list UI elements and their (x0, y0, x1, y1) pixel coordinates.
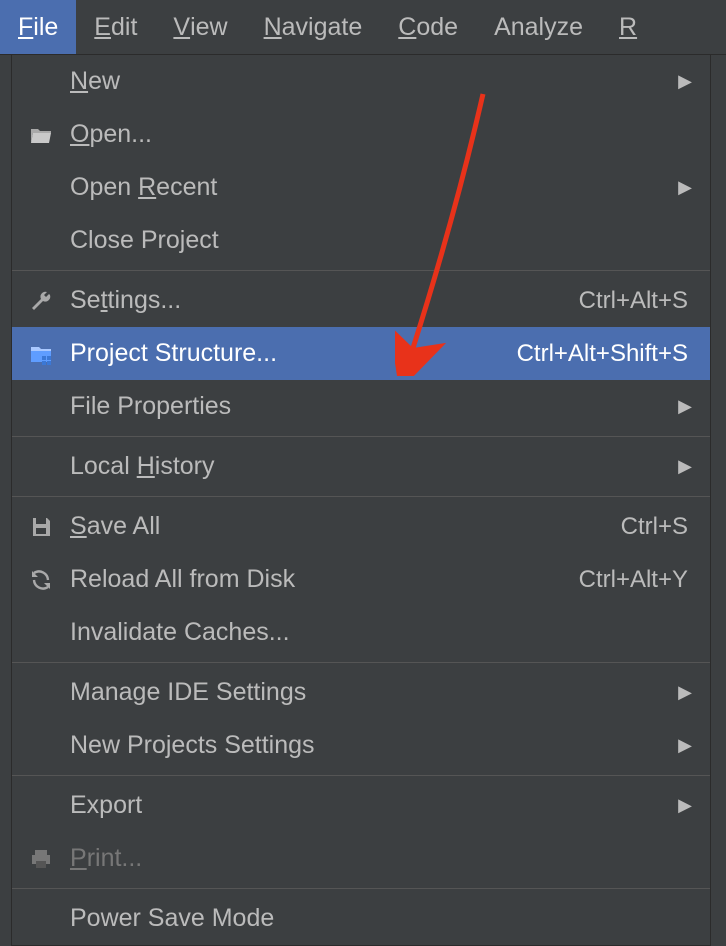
menu-item-label: Reload All from Disk (70, 565, 295, 594)
menu-item-shortcut: Ctrl+Alt+Y (579, 566, 696, 594)
menu-item-power-save-mode[interactable]: Power Save Mode (12, 892, 710, 945)
menu-separator (12, 496, 710, 497)
menu-item-project-structure[interactable]: Project Structure... Ctrl+Alt+Shift+S (12, 327, 710, 380)
menu-item-open[interactable]: Open... (12, 108, 710, 161)
submenu-arrow-icon: ▶ (678, 795, 696, 816)
menu-item-close-project[interactable]: Close Project (12, 214, 710, 267)
menubar: FileEditViewNavigateCodeAnalyzeR (0, 0, 726, 55)
menu-separator (12, 662, 710, 663)
menu-item-new[interactable]: New ▶ (12, 55, 710, 108)
menu-item-print: Print... (12, 832, 710, 885)
menu-item-label: Power Save Mode (70, 904, 274, 933)
folder-open-icon (12, 123, 70, 147)
menu-item-settings[interactable]: Settings... Ctrl+Alt+S (12, 274, 710, 327)
menu-item-label: Save All (70, 512, 160, 541)
submenu-arrow-icon: ▶ (678, 177, 696, 198)
menu-item-export[interactable]: Export ▶ (12, 779, 710, 832)
menu-separator (12, 888, 710, 889)
menu-item-label: Close Project (70, 226, 219, 255)
menu-item-manage-ide-settings[interactable]: Manage IDE Settings ▶ (12, 666, 710, 719)
menu-item-shortcut: Ctrl+S (621, 513, 696, 541)
menu-item-label: Manage IDE Settings (70, 678, 306, 707)
print-icon (12, 847, 70, 871)
menu-item-save-all[interactable]: Save All Ctrl+S (12, 500, 710, 553)
menu-separator (12, 775, 710, 776)
menu-item-open-recent[interactable]: Open Recent ▶ (12, 161, 710, 214)
menu-item-local-history[interactable]: Local History ▶ (12, 440, 710, 493)
menu-item-label: New (70, 67, 120, 96)
menubar-item-edit[interactable]: Edit (76, 0, 155, 54)
submenu-arrow-icon: ▶ (678, 71, 696, 92)
menu-item-label: File Properties (70, 392, 231, 421)
save-icon (12, 515, 70, 539)
menu-item-label: Local History (70, 452, 215, 481)
menu-item-label: Print... (70, 844, 142, 873)
menu-item-shortcut: Ctrl+Alt+Shift+S (517, 340, 696, 368)
menu-item-label: Export (70, 791, 142, 820)
menu-item-label: Settings... (70, 286, 181, 315)
wrench-icon (12, 289, 70, 313)
menubar-item-navigate[interactable]: Navigate (246, 0, 381, 54)
menubar-item-file[interactable]: File (0, 0, 76, 54)
menubar-item-code[interactable]: Code (380, 0, 476, 54)
menu-separator (12, 270, 710, 271)
menu-item-invalidate-caches[interactable]: Invalidate Caches... (12, 606, 710, 659)
menu-item-shortcut: Ctrl+Alt+S (579, 287, 696, 315)
submenu-arrow-icon: ▶ (678, 735, 696, 756)
menu-item-reload-all-from-disk[interactable]: Reload All from Disk Ctrl+Alt+Y (12, 553, 710, 606)
menu-item-file-properties[interactable]: File Properties ▶ (12, 380, 710, 433)
menu-item-label: Project Structure... (70, 339, 277, 368)
submenu-arrow-icon: ▶ (678, 456, 696, 477)
project-structure-icon (12, 342, 70, 366)
menubar-item-view[interactable]: View (155, 0, 245, 54)
submenu-arrow-icon: ▶ (678, 682, 696, 703)
menu-separator (12, 436, 710, 437)
submenu-arrow-icon: ▶ (678, 396, 696, 417)
reload-icon (12, 568, 70, 592)
menu-item-new-projects-settings[interactable]: New Projects Settings ▶ (12, 719, 710, 772)
menu-item-label: Open Recent (70, 173, 217, 202)
menu-item-label: New Projects Settings (70, 731, 315, 760)
menubar-item-analyze[interactable]: Analyze (476, 0, 601, 54)
menubar-item-r[interactable]: R (601, 0, 655, 54)
menu-item-label: Invalidate Caches... (70, 618, 290, 647)
file-menu-dropdown: New ▶ Open... Open Recent ▶ Close Project Sett… (11, 55, 711, 946)
menu-item-label: Open... (70, 120, 152, 149)
